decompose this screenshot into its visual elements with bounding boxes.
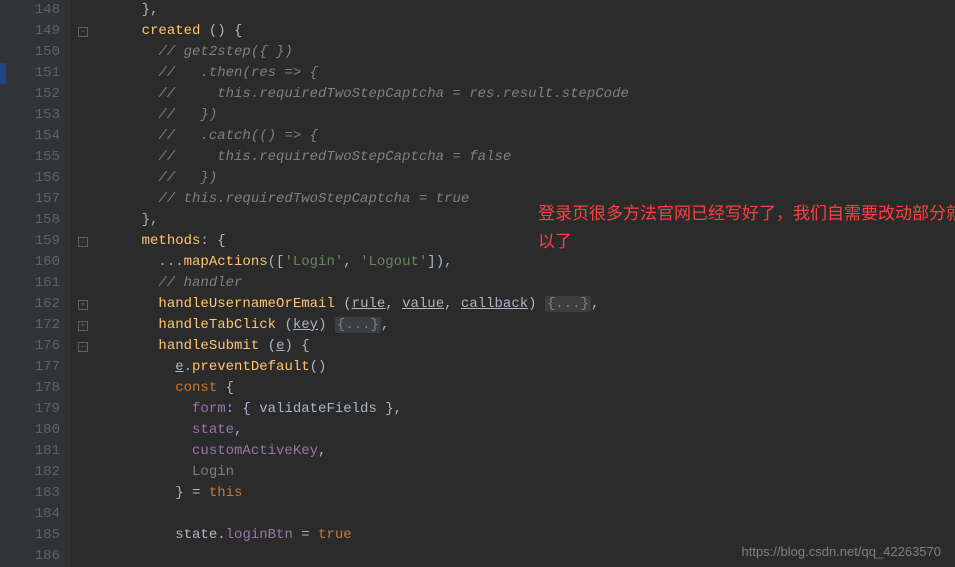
line-number: 179 <box>26 399 60 420</box>
code-line: // .catch(() => { <box>100 126 955 147</box>
code-line: customActiveKey, <box>100 441 955 462</box>
line-number: 158 <box>26 210 60 231</box>
code-line: state, <box>100 420 955 441</box>
code-line: handleTabClick (key) {...}, <box>100 315 955 336</box>
line-number: 156 <box>26 168 60 189</box>
code-line: ...mapActions(['Login', 'Logout']), <box>100 252 955 273</box>
fold-collapse-icon[interactable]: - <box>78 237 88 247</box>
folded-region[interactable]: {...} <box>545 296 591 312</box>
code-line: Login <box>100 462 955 483</box>
code-line: // }) <box>100 168 955 189</box>
line-number: 150 <box>26 42 60 63</box>
line-number: 148 <box>26 0 60 21</box>
line-number: 182 <box>26 462 60 483</box>
line-number: 186 <box>26 546 60 567</box>
code-line: // this.requiredTwoStepCaptcha = true <box>100 189 955 210</box>
line-number: 154 <box>26 126 60 147</box>
code-editor[interactable]: 148 149 150 151 152 153 154 155 156 157 … <box>0 0 955 567</box>
code-line: // handler <box>100 273 955 294</box>
gutter-highlight <box>0 63 6 84</box>
code-line: // this.requiredTwoStepCaptcha = res.res… <box>100 84 955 105</box>
code-line: } = this <box>100 483 955 504</box>
line-number: 176 <box>26 336 60 357</box>
line-number: 183 <box>26 483 60 504</box>
fold-expand-icon[interactable]: + <box>78 300 88 310</box>
code-line: const { <box>100 378 955 399</box>
code-line: }, <box>100 210 955 231</box>
line-number: 180 <box>26 420 60 441</box>
watermark-text: https://blog.csdn.net/qq_42263570 <box>742 544 942 559</box>
line-number: 157 <box>26 189 60 210</box>
line-number: 161 <box>26 273 60 294</box>
folded-region[interactable]: {...} <box>335 317 381 333</box>
line-number: 153 <box>26 105 60 126</box>
code-line: }, <box>100 0 955 21</box>
line-number: 181 <box>26 441 60 462</box>
code-line: // }) <box>100 105 955 126</box>
code-line: created () { <box>100 21 955 42</box>
line-number: 149 <box>26 21 60 42</box>
line-number: 162 <box>26 294 60 315</box>
line-number: 178 <box>26 378 60 399</box>
fold-gutter[interactable]: - - + + - <box>70 0 100 567</box>
line-number: 155 <box>26 147 60 168</box>
fold-collapse-icon[interactable]: - <box>78 342 88 352</box>
line-number: 160 <box>26 252 60 273</box>
code-line: methods: { <box>100 231 955 252</box>
line-number: 184 <box>26 504 60 525</box>
code-line: // this.requiredTwoStepCaptcha = false <box>100 147 955 168</box>
code-line: e.preventDefault() <box>100 357 955 378</box>
line-number: 185 <box>26 525 60 546</box>
line-number: 151 <box>26 63 60 84</box>
line-number: 177 <box>26 357 60 378</box>
line-number-gutter: 148 149 150 151 152 153 154 155 156 157 … <box>14 0 70 567</box>
code-line: handleSubmit (e) { <box>100 336 955 357</box>
code-line: handleUsernameOrEmail (rule, value, call… <box>100 294 955 315</box>
line-number: 152 <box>26 84 60 105</box>
fold-collapse-icon[interactable]: - <box>78 27 88 37</box>
fold-expand-icon[interactable]: + <box>78 321 88 331</box>
code-line: form: { validateFields }, <box>100 399 955 420</box>
code-line: // get2step({ }) <box>100 42 955 63</box>
code-line: // .then(res => { <box>100 63 955 84</box>
line-number: 159 <box>26 231 60 252</box>
line-number: 172 <box>26 315 60 336</box>
code-line <box>100 504 955 525</box>
code-line: state.loginBtn = true <box>100 525 955 546</box>
breakpoint-gutter[interactable] <box>0 0 14 567</box>
code-content[interactable]: }, created () { // get2step({ }) // .the… <box>100 0 955 567</box>
